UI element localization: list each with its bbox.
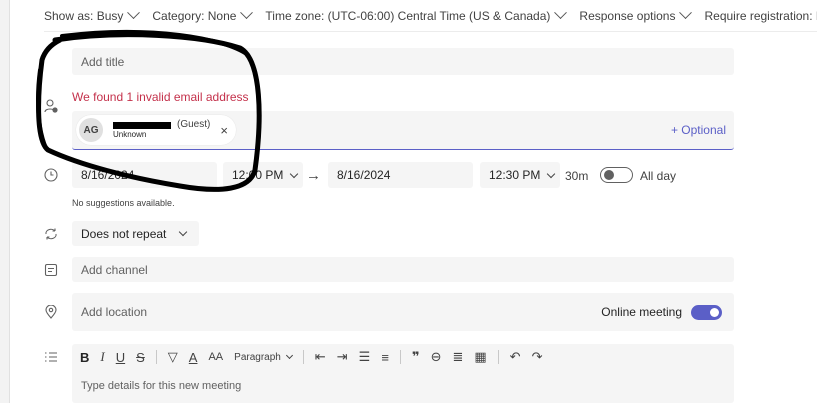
close-icon[interactable]: × xyxy=(220,123,228,138)
chevron-down-icon xyxy=(679,6,693,20)
duration-label: 30m xyxy=(565,169,589,183)
chevron-down-icon xyxy=(179,227,188,237)
details-list-icon xyxy=(45,352,57,362)
toolbar-divider xyxy=(497,350,499,364)
registration-dropdown[interactable]: Require registration: None xyxy=(704,9,817,23)
add-people-icon xyxy=(44,99,58,113)
bulleted-list-icon[interactable]: ☰ xyxy=(359,349,371,365)
increase-indent-icon[interactable]: ⇥ xyxy=(337,349,348,365)
location-placeholder: Add location xyxy=(81,305,148,319)
title-placeholder: Add title xyxy=(81,54,125,69)
location-input[interactable]: Add location Online meeting xyxy=(72,293,734,331)
guest-label: (Guest) xyxy=(177,119,211,130)
strikethrough-button[interactable]: S xyxy=(136,350,145,365)
chevron-down-icon xyxy=(547,169,556,178)
decrease-indent-icon[interactable]: ⇤ xyxy=(315,349,326,365)
start-date-value: 8/16/2024 xyxy=(81,168,135,182)
toolbar-divider xyxy=(399,350,401,364)
chevron-down-icon xyxy=(240,6,254,20)
redo-icon[interactable]: ↷ xyxy=(532,349,543,365)
repeat-value: Does not repeat xyxy=(81,226,167,241)
scheduling-suggestions: No suggestions available. xyxy=(72,198,175,208)
channel-placeholder: Add channel xyxy=(81,262,148,277)
font-size-icon[interactable]: AA xyxy=(208,351,223,363)
attendee-chip[interactable]: AG (Guest) Unknown × xyxy=(76,115,236,145)
meeting-options-bar: Show as: Busy Category: None Time zone: … xyxy=(44,0,817,32)
numbered-list-icon[interactable]: ≡ xyxy=(381,350,389,365)
toolbar-divider xyxy=(155,350,157,364)
invalid-email-error: We found 1 invalid email address xyxy=(72,90,249,104)
link-icon[interactable]: ⊖ xyxy=(431,349,442,365)
location-icon xyxy=(45,305,57,319)
highlight-icon[interactable]: ▽ xyxy=(168,349,178,365)
quote-icon[interactable]: ❞ xyxy=(412,349,420,365)
paragraph-label: Paragraph xyxy=(234,351,281,363)
formatting-toolbar: B I U S ▽ A AA Paragraph ⇤ ⇥ ☰ ≡ ❞ ⊖ ≣ ▦… xyxy=(80,349,553,365)
channel-icon xyxy=(44,263,58,277)
category-dropdown[interactable]: Category: None xyxy=(152,6,254,23)
paragraph-dropdown[interactable]: Paragraph xyxy=(234,351,293,363)
registration-label: Require registration: None xyxy=(704,8,817,23)
end-date-picker[interactable]: 8/16/2024 xyxy=(328,162,473,188)
add-optional-attendees-link[interactable]: + Optional xyxy=(671,123,726,137)
underline-button[interactable]: U xyxy=(116,350,125,365)
arrow-right-icon: → xyxy=(306,167,321,184)
show-as-label: Show as: Busy xyxy=(44,8,124,23)
repeat-icon xyxy=(45,228,57,240)
end-time-value: 12:30 PM xyxy=(489,168,541,182)
table-icon[interactable]: ▦ xyxy=(474,349,486,365)
attendees-input[interactable]: AG (Guest) Unknown × + Optional xyxy=(72,111,734,150)
toolbar-divider xyxy=(302,350,304,364)
toggle-knob xyxy=(604,170,614,180)
redacted-name xyxy=(113,121,171,129)
clock-icon xyxy=(44,168,58,182)
chevron-down-icon xyxy=(285,351,293,360)
end-date-value: 8/16/2024 xyxy=(337,168,391,182)
attendee-name-line: (Guest) xyxy=(113,120,210,130)
repeat-dropdown[interactable]: Does not repeat xyxy=(72,221,199,246)
category-label: Category: None xyxy=(152,8,237,23)
title-input[interactable]: Add title xyxy=(72,48,734,75)
start-date-picker[interactable]: 8/16/2024 xyxy=(72,162,217,188)
channel-input[interactable]: Add channel xyxy=(72,257,734,282)
italic-button[interactable]: I xyxy=(100,349,104,365)
start-time-dropdown[interactable]: 12:00 PM xyxy=(223,162,303,188)
chevron-down-icon xyxy=(127,6,141,20)
timezone-dropdown[interactable]: Time zone: (UTC-06:00) Central Time (US … xyxy=(265,6,568,23)
font-color-icon[interactable]: A xyxy=(189,350,198,365)
attendee-status: Unknown xyxy=(113,130,147,139)
online-meeting-label: Online meeting xyxy=(601,305,682,319)
toggle-knob xyxy=(710,308,719,317)
show-as-dropdown[interactable]: Show as: Busy xyxy=(44,6,141,23)
timezone-label: Time zone: (UTC-06:00) Central Time (US … xyxy=(265,8,551,23)
attendee-info: (Guest) Unknown xyxy=(113,120,210,140)
chevron-down-icon xyxy=(554,6,568,20)
left-rail xyxy=(0,0,10,403)
start-time-value: 12:00 PM xyxy=(232,168,284,182)
avatar: AG xyxy=(79,118,103,142)
response-options-label: Response options xyxy=(579,8,676,23)
undo-icon[interactable]: ↶ xyxy=(510,349,521,365)
response-options-dropdown[interactable]: Response options xyxy=(579,6,693,23)
all-day-toggle[interactable] xyxy=(600,167,633,183)
all-day-label: All day xyxy=(640,169,677,183)
horizontal-rule-icon[interactable]: ≣ xyxy=(452,349,463,365)
end-time-dropdown[interactable]: 12:30 PM xyxy=(480,162,560,188)
bold-button[interactable]: B xyxy=(80,350,89,365)
meeting-details-editor[interactable]: B I U S ▽ A AA Paragraph ⇤ ⇥ ☰ ≡ ❞ ⊖ ≣ ▦… xyxy=(72,344,734,403)
chevron-down-icon xyxy=(290,169,299,178)
online-meeting-toggle[interactable] xyxy=(691,305,722,320)
details-placeholder: Type details for this new meeting xyxy=(81,380,242,392)
